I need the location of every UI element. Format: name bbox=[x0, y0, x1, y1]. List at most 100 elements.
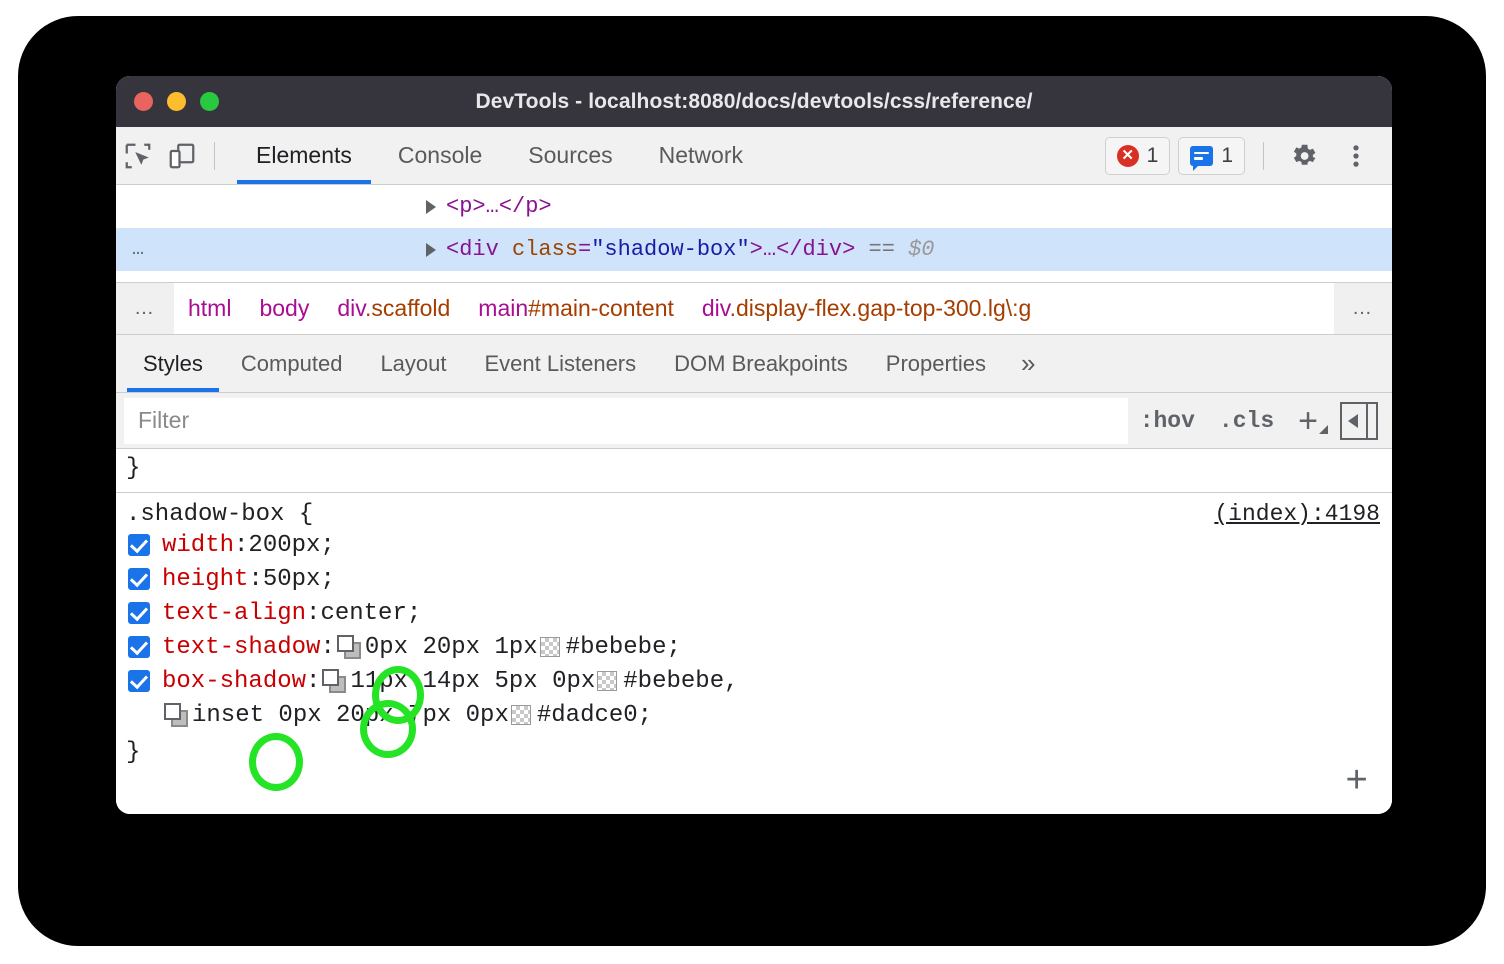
declaration-value-pre[interactable]: 11px 14px 5px 0px bbox=[350, 668, 595, 695]
declaration-property[interactable]: box-shadow bbox=[162, 668, 306, 695]
color-swatch[interactable] bbox=[540, 637, 560, 657]
breadcrumb-overflow-right[interactable]: … bbox=[1334, 283, 1392, 334]
tab-console-label: Console bbox=[398, 142, 482, 169]
minimize-window-button[interactable] bbox=[167, 92, 186, 111]
devtools-toolbar: Elements Console Sources Network ✕ 1 1 bbox=[116, 127, 1392, 185]
hov-state-button[interactable]: :hov bbox=[1128, 408, 1207, 434]
declaration-checkbox[interactable] bbox=[128, 534, 150, 556]
tab-sources[interactable]: Sources bbox=[505, 127, 635, 184]
dropdown-corner-icon bbox=[1319, 425, 1328, 434]
tab-elements-label: Elements bbox=[256, 142, 352, 169]
declaration-value[interactable]: 50px; bbox=[263, 566, 335, 593]
shadow-editor-icon[interactable] bbox=[164, 703, 190, 728]
declaration-text-align[interactable]: text-align : center; bbox=[116, 596, 1392, 630]
toolbar-divider bbox=[214, 142, 215, 170]
maximize-window-button[interactable] bbox=[200, 92, 219, 111]
tab-properties[interactable]: Properties bbox=[867, 335, 1005, 392]
declaration-property[interactable]: text-align bbox=[162, 600, 306, 627]
toolbar-right-group: ✕ 1 1 bbox=[1105, 134, 1392, 178]
expand-triangle-icon[interactable] bbox=[426, 200, 436, 214]
styles-filter-row: :hov .cls + bbox=[116, 393, 1392, 449]
error-icon: ✕ bbox=[1117, 145, 1139, 167]
dom-tree-row-selected[interactable]: … <div class="shadow-box">…</div> == $0 bbox=[116, 228, 1392, 271]
tab-sources-label: Sources bbox=[528, 142, 612, 169]
declaration-box-shadow-inset[interactable]: inset 0px 20px 7px 0px #dadce0; bbox=[116, 698, 1392, 732]
breadcrumb: … html body div.scaffold main#main-conte… bbox=[116, 283, 1392, 335]
message-count-label: 1 bbox=[1221, 144, 1233, 168]
tab-computed[interactable]: Computed bbox=[222, 335, 362, 392]
breadcrumb-item-body[interactable]: body bbox=[245, 295, 323, 322]
shadow-editor-icon[interactable] bbox=[337, 635, 363, 660]
error-count-badge[interactable]: ✕ 1 bbox=[1105, 137, 1171, 175]
declaration-value-pre[interactable]: inset 0px 20px 7px 0px bbox=[192, 702, 509, 729]
panel-tabs: Elements Console Sources Network bbox=[233, 127, 766, 184]
tab-elements[interactable]: Elements bbox=[233, 127, 375, 184]
breadcrumb-item-div-display-flex[interactable]: div.display-flex.gap-top-300.lg\:g bbox=[688, 295, 1045, 322]
dom-tree-row-clipped[interactable]: <style>…</style> bbox=[116, 271, 1392, 283]
tab-network[interactable]: Network bbox=[636, 127, 766, 184]
window-title: DevTools - localhost:8080/docs/devtools/… bbox=[116, 90, 1392, 114]
declaration-value-color[interactable]: #bebebe; bbox=[566, 634, 681, 661]
declaration-checkbox[interactable] bbox=[128, 568, 150, 590]
new-style-rule-button[interactable]: + bbox=[1286, 404, 1334, 438]
breadcrumb-item-html[interactable]: html bbox=[174, 295, 245, 322]
declaration-value-pre[interactable]: 0px 20px 1px bbox=[365, 634, 538, 661]
rule-selector[interactable]: .shadow-box { bbox=[126, 501, 313, 528]
declaration-box-shadow[interactable]: box-shadow : 11px 14px 5px 0px #bebebe, bbox=[116, 664, 1392, 698]
tab-styles[interactable]: Styles bbox=[124, 335, 222, 392]
breadcrumb-item-div-scaffold[interactable]: div.scaffold bbox=[323, 295, 464, 322]
declaration-property[interactable]: height bbox=[162, 566, 248, 593]
declaration-checkbox[interactable] bbox=[128, 636, 150, 658]
rule-close-brace: } bbox=[116, 732, 1392, 772]
close-window-button[interactable] bbox=[134, 92, 153, 111]
search-input[interactable] bbox=[124, 398, 1128, 444]
declaration-height[interactable]: height : 50px; bbox=[116, 562, 1392, 596]
tab-console[interactable]: Console bbox=[375, 127, 505, 184]
rule-source-link[interactable]: (index):4198 bbox=[1214, 501, 1380, 527]
toolbar-divider-2 bbox=[1263, 142, 1264, 170]
left-arrow-icon bbox=[1348, 414, 1358, 428]
css-rule-shadow-box: .shadow-box { (index):4198 width : 200px… bbox=[116, 493, 1392, 772]
color-swatch[interactable] bbox=[511, 705, 531, 725]
gear-icon[interactable] bbox=[1282, 134, 1326, 178]
expand-triangle-icon[interactable] bbox=[426, 243, 436, 257]
inspect-element-icon[interactable] bbox=[116, 134, 160, 178]
tab-network-label: Network bbox=[659, 142, 743, 169]
previous-rule-close-brace: } bbox=[116, 449, 1392, 493]
declaration-value-color[interactable]: #dadce0; bbox=[537, 702, 652, 729]
declaration-value-color[interactable]: #bebebe, bbox=[623, 668, 738, 695]
declaration-checkbox[interactable] bbox=[128, 670, 150, 692]
add-declaration-button[interactable]: + bbox=[1345, 764, 1368, 802]
device-toolbar-icon[interactable] bbox=[160, 134, 204, 178]
declaration-checkbox[interactable] bbox=[128, 602, 150, 624]
dom-tree[interactable]: <p>…</p> … <div class="shadow-box">…</di… bbox=[116, 185, 1392, 283]
breadcrumb-item-main-content[interactable]: main#main-content bbox=[464, 295, 688, 322]
tab-layout[interactable]: Layout bbox=[361, 335, 465, 392]
window-titlebar: DevTools - localhost:8080/docs/devtools/… bbox=[116, 76, 1392, 127]
dom-row-gutter-ellipsis[interactable]: … bbox=[116, 238, 186, 261]
devtools-window: DevTools - localhost:8080/docs/devtools/… bbox=[116, 76, 1392, 814]
color-swatch[interactable] bbox=[597, 671, 617, 691]
declaration-value[interactable]: center; bbox=[320, 600, 421, 627]
shadow-editor-icon[interactable] bbox=[322, 669, 348, 694]
declaration-width[interactable]: width : 200px; bbox=[116, 528, 1392, 562]
toggle-sidebar-icon[interactable] bbox=[1340, 402, 1378, 440]
more-tabs-icon[interactable]: » bbox=[1005, 335, 1051, 392]
error-count-label: 1 bbox=[1147, 144, 1159, 168]
declaration-property[interactable]: width bbox=[162, 532, 234, 559]
dom-tree-row[interactable]: <p>…</p> bbox=[116, 185, 1392, 228]
declaration-value[interactable]: 200px; bbox=[248, 532, 334, 559]
dom-row-markup: <div class="shadow-box">…</div> == $0 bbox=[446, 237, 935, 262]
cls-button[interactable]: .cls bbox=[1207, 408, 1286, 434]
tab-dom-breakpoints[interactable]: DOM Breakpoints bbox=[655, 335, 867, 392]
message-count-badge[interactable]: 1 bbox=[1178, 137, 1245, 175]
sidebar-pane-tabs: Styles Computed Layout Event Listeners D… bbox=[116, 335, 1392, 393]
declaration-property[interactable]: text-shadow bbox=[162, 634, 320, 661]
message-icon bbox=[1190, 146, 1213, 166]
tab-event-listeners[interactable]: Event Listeners bbox=[466, 335, 656, 392]
styles-pane[interactable]: } .shadow-box { (index):4198 width : 200… bbox=[116, 449, 1392, 814]
breadcrumb-overflow-left[interactable]: … bbox=[116, 283, 174, 334]
dom-row-markup: <p>…</p> bbox=[446, 194, 552, 219]
three-dot-menu-icon[interactable] bbox=[1334, 134, 1378, 178]
declaration-text-shadow[interactable]: text-shadow : 0px 20px 1px #bebebe; bbox=[116, 630, 1392, 664]
